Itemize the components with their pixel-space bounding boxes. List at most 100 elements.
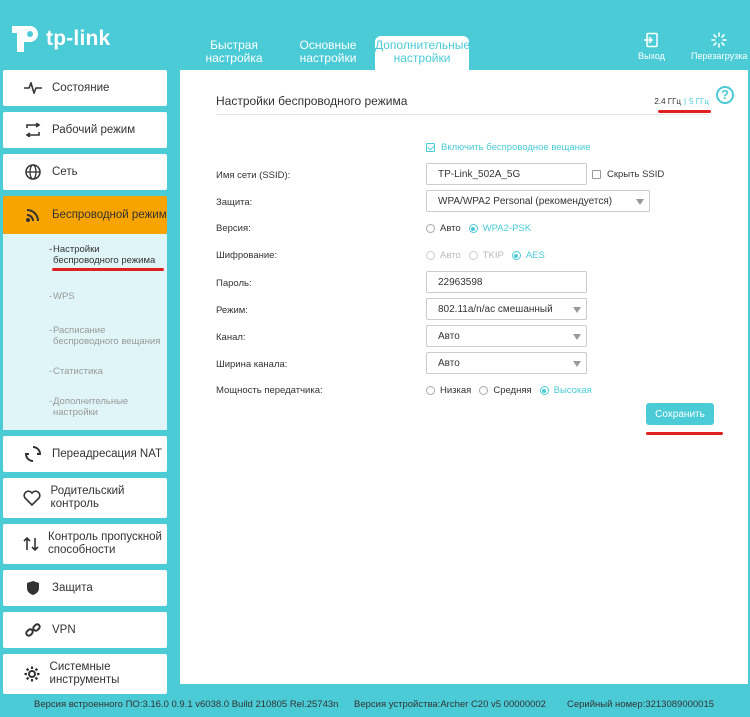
sidebar-item-operation-mode[interactable]: Рабочий режим — [3, 112, 167, 148]
sidebar-item-nat[interactable]: Переадресация NAT — [3, 436, 167, 472]
tp-link-logo: tp-link — [4, 22, 114, 56]
tx-power-label: Мощность передатчика: — [216, 385, 323, 396]
tx-power-medium-radio[interactable]: Средняя — [479, 385, 532, 396]
footer: Версия встроенного ПО:3.16.0 0.9.1 v6038… — [0, 694, 750, 717]
mode-arrows-icon — [23, 121, 43, 139]
highlight-underline — [52, 268, 164, 271]
encryption-label: Шифрование: — [216, 250, 278, 261]
page-title: Настройки беспроводного режима — [216, 94, 408, 108]
sidebar-item-vpn[interactable]: VPN — [3, 612, 167, 648]
tx-power-radio-group: Низкая Средняя Высокая — [426, 385, 600, 396]
security-label: Защита: — [216, 197, 253, 208]
channel-width-select[interactable]: Авто — [426, 352, 587, 374]
radio-icon — [511, 251, 521, 260]
sidebar-item-label: VPN — [52, 624, 76, 636]
sidebar-item-parental-control[interactable]: Родительский контроль — [3, 478, 167, 518]
hardware-version: Версия устройства:Archer C20 v5 00000002 — [354, 699, 546, 710]
logout-label: Выход — [638, 51, 665, 61]
encryption-auto-radio[interactable]: Авто — [426, 250, 461, 261]
chevron-down-icon — [636, 199, 644, 205]
tp-link-logo-mark — [4, 22, 42, 56]
parental-heart-icon — [23, 489, 42, 507]
globe-icon — [23, 163, 43, 181]
tab-quick-setup[interactable]: Быстрая настройка — [187, 36, 281, 70]
submenu-item-statistics[interactable]: Статистика — [3, 366, 167, 377]
save-highlight-underline — [646, 432, 723, 435]
hide-ssid-label: Скрыть SSID — [607, 168, 665, 180]
ssid-input[interactable]: TP-Link_502A_5G — [426, 163, 587, 185]
chevron-down-icon — [573, 361, 581, 367]
tx-power-low-radio[interactable]: Низкая — [426, 385, 471, 396]
version-label: Версия: — [216, 223, 251, 234]
mode-select[interactable]: 802.11a/n/ac смешанный — [426, 298, 587, 320]
help-icon[interactable]: ? — [716, 86, 734, 104]
submenu-item-wireless-settings[interactable]: Настройки беспроводного режима — [3, 244, 167, 266]
sidebar-item-label: Системные инструменты — [49, 661, 120, 686]
radio-icon — [468, 251, 478, 260]
title-divider — [216, 114, 709, 115]
bandwidth-arrows-icon — [23, 535, 39, 553]
reboot-button[interactable]: Перезагрузка — [691, 32, 747, 61]
vpn-link-icon — [23, 621, 43, 639]
main-panel: Настройки беспроводного режима 2.4 ГГц | 5… — [180, 70, 748, 684]
tx-power-high-radio[interactable]: Высокая — [539, 385, 592, 396]
sidebar-item-status[interactable]: Состояние — [3, 70, 167, 106]
band-separator: | — [684, 97, 687, 106]
reboot-icon — [711, 32, 727, 48]
tab-basic[interactable]: Основные настройки — [281, 36, 375, 70]
save-button[interactable]: Сохранить — [646, 403, 714, 425]
sidebar-item-bandwidth[interactable]: Контроль пропускной способности — [3, 524, 167, 564]
band-highlight-underline — [658, 110, 711, 113]
radio-icon — [426, 251, 435, 260]
sidebar-item-label: Защита — [52, 582, 93, 594]
submenu-item-wps[interactable]: WPS — [3, 291, 167, 302]
sidebar-item-label: Беспроводной режим — [52, 209, 167, 221]
submenu-item-advanced[interactable]: Дополнительные настройки — [3, 396, 167, 418]
tab-advanced[interactable]: Дополнительные настройки — [375, 36, 470, 70]
band-5ghz[interactable]: 5 ГГц — [689, 97, 709, 106]
mode-select-value: 802.11a/n/ac смешанный — [438, 303, 553, 315]
encryption-radio-group: Авто TKIP AES — [426, 250, 553, 261]
enable-broadcast-label: Включить беспроводное вещание — [441, 142, 591, 153]
logout-button[interactable]: Выход — [638, 32, 665, 61]
sidebar-item-system-tools[interactable]: Системные инструменты — [3, 654, 167, 694]
radio-icon — [426, 224, 435, 233]
version-wpa2-radio[interactable]: WPA2-PSK — [468, 223, 531, 234]
gear-icon — [23, 665, 41, 683]
password-input[interactable]: 22963598 — [426, 271, 587, 293]
firmware-version: Версия встроенного ПО:3.16.0 0.9.1 v6038… — [34, 699, 339, 710]
checkbox-icon — [426, 143, 435, 152]
submenu-item-schedule[interactable]: Расписание беспроводного вещания — [3, 325, 167, 347]
shield-icon — [23, 579, 43, 597]
password-label: Пароль: — [216, 278, 252, 289]
logo-text: tp-link — [46, 27, 111, 50]
sidebar-item-label: Рабочий режим — [52, 124, 136, 136]
sidebar-item-security[interactable]: Защита — [3, 570, 167, 606]
mode-label: Режим: — [216, 305, 248, 316]
radio-icon — [468, 224, 478, 233]
enable-broadcast-checkbox[interactable]: Включить беспроводное вещание — [426, 142, 591, 153]
encryption-aes-radio[interactable]: AES — [511, 250, 545, 261]
channel-select[interactable]: Авто — [426, 325, 587, 347]
wifi-icon — [23, 206, 43, 224]
reboot-label: Перезагрузка — [691, 51, 748, 61]
channel-width-select-value: Авто — [438, 357, 460, 369]
security-select[interactable]: WPA/WPA2 Personal (рекомендуется) — [426, 190, 650, 212]
radio-icon — [426, 386, 435, 395]
pulse-icon — [23, 79, 43, 97]
channel-select-value: Авто — [438, 330, 460, 342]
sidebar-item-wireless[interactable]: Беспроводной режим — [3, 196, 167, 234]
serial-number: Серийный номер:3213089000015 — [567, 699, 715, 710]
radio-icon — [539, 386, 549, 395]
security-select-value: WPA/WPA2 Personal (рекомендуется) — [438, 195, 613, 207]
chevron-down-icon — [573, 307, 581, 313]
encryption-tkip-radio[interactable]: TKIP — [468, 250, 504, 261]
sidebar-item-label: Сеть — [52, 166, 78, 178]
version-auto-radio[interactable]: Авто — [426, 223, 461, 234]
band-24ghz[interactable]: 2.4 ГГц — [654, 97, 681, 106]
wireless-submenu: Настройки беспроводного режима WPS Распи… — [3, 234, 167, 430]
radio-icon — [479, 386, 489, 395]
hide-ssid-checkbox[interactable] — [592, 169, 601, 179]
logout-icon — [644, 32, 659, 48]
sidebar-item-network[interactable]: Сеть — [3, 154, 167, 190]
